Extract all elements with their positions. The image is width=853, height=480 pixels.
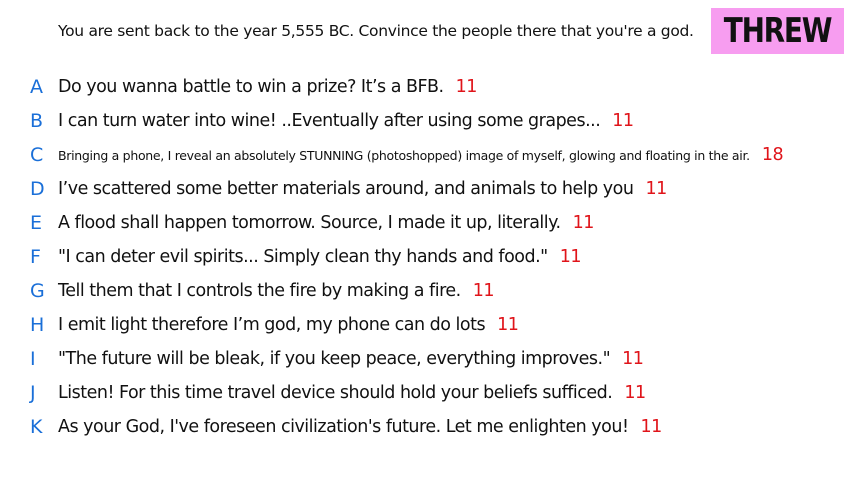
answer-letter: K [30, 416, 43, 438]
answer-letter: A [30, 76, 43, 98]
answer-score: 11 [559, 247, 582, 267]
answer-score: 11 [640, 417, 662, 437]
answer-letter: B [30, 110, 44, 132]
answer-body: I can turn water into wine! ..Eventually… [58, 111, 634, 131]
answer-letter: E [30, 212, 43, 234]
answer-body: I emit light therefore I’m god, my phone… [58, 315, 519, 335]
answer-body: Listen! For this time travel device shou… [58, 383, 646, 403]
answer-text: As your God, I've foreseen civilization'… [58, 417, 629, 437]
answer-body: I’ve scattered some better materials aro… [58, 179, 667, 199]
answer-text: "The future will be bleak, if you keep p… [58, 349, 611, 369]
answer-score: 11 [497, 315, 519, 335]
answer-body: Bringing a phone, I reveal an absolutely… [58, 145, 784, 165]
answer-text: "I can deter evil spirits... Simply clea… [58, 247, 548, 267]
answer-text: Bringing a phone, I reveal an absolutely… [58, 148, 750, 163]
answer-letter: G [30, 280, 45, 302]
answer-body: Tell them that I controls the fire by ma… [58, 281, 495, 301]
answer-score: 11 [572, 213, 595, 233]
answer-letter: H [30, 314, 45, 336]
threw-badge: THREW [711, 8, 844, 54]
answer-body: A flood shall happen tomorrow. Source, I… [58, 213, 594, 233]
answer-score: 11 [622, 349, 644, 369]
answer-score: 11 [645, 179, 667, 199]
answer-text: A flood shall happen tomorrow. Source, I… [58, 213, 561, 233]
answer-letter: C [30, 144, 44, 166]
answer-text: I’ve scattered some better materials aro… [58, 179, 634, 199]
answer-text: Do you wanna battle to win a prize? It’s… [58, 77, 444, 97]
answer-letter: D [30, 178, 45, 200]
answer-text: I emit light therefore I’m god, my phone… [58, 315, 486, 335]
answer-body: "The future will be bleak, if you keep p… [58, 349, 644, 369]
answer-text: Tell them that I controls the fire by ma… [58, 281, 461, 301]
answer-score: 11 [472, 281, 495, 301]
answer-body: Do you wanna battle to win a prize? It’s… [58, 77, 477, 97]
answer-score: 11 [455, 77, 478, 97]
answer-text: I can turn water into wine! ..Eventually… [58, 111, 601, 131]
answer-letter: I [30, 348, 36, 370]
answer-letter: J [30, 382, 36, 404]
answer-score: 11 [612, 111, 634, 131]
answer-score: 18 [761, 145, 784, 165]
answer-body: As your God, I've foreseen civilization'… [58, 417, 662, 437]
answer-body: "I can deter evil spirits... Simply clea… [58, 247, 581, 267]
answer-letter: F [30, 246, 41, 268]
prompt-text: You are sent back to the year 5,555 BC. … [58, 22, 694, 40]
badge-label: THREW [723, 11, 833, 51]
answer-score: 11 [624, 383, 646, 403]
answer-text: Listen! For this time travel device shou… [58, 383, 613, 403]
